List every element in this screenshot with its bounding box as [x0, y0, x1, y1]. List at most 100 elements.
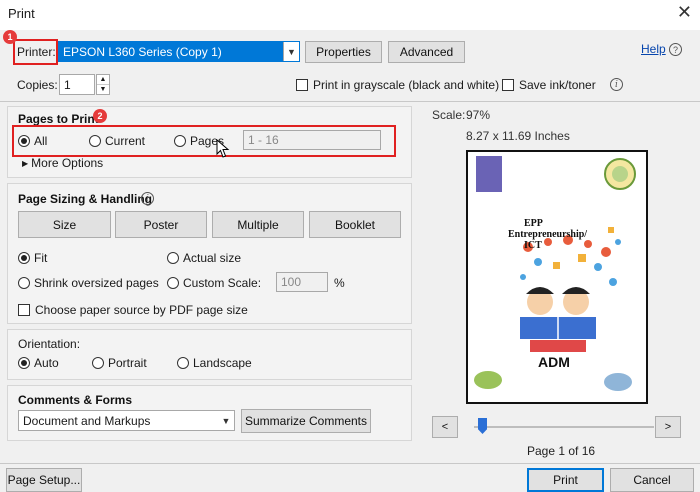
pages-range-input[interactable]: 1 - 16: [243, 130, 381, 150]
comments-forms-value: Document and Markups: [23, 413, 151, 428]
paper-source-box[interactable]: [18, 304, 30, 316]
radio-fit-dot[interactable]: [18, 252, 30, 264]
grayscale-label: Print in grayscale (black and white): [313, 78, 500, 92]
page-slider-track[interactable]: [474, 426, 654, 428]
page-dimensions: 8.27 x 11.69 Inches: [466, 129, 570, 143]
radio-all-dot[interactable]: [18, 135, 30, 147]
custom-scale-input[interactable]: 100: [276, 272, 328, 292]
radio-all[interactable]: All: [18, 134, 47, 148]
footer-left-logo: [474, 371, 502, 389]
percent-label: %: [334, 276, 345, 290]
copies-input[interactable]: 1: [59, 74, 95, 95]
printer-select-value: EPSON L360 Series (Copy 1): [63, 44, 222, 59]
radio-shrink-label: Shrink oversized pages: [34, 276, 159, 290]
scale-value: 97%: [466, 108, 491, 122]
prev-page-button[interactable]: <: [432, 416, 458, 438]
radio-landscape[interactable]: Landscape: [177, 356, 252, 370]
radio-shrink-dot[interactable]: [18, 277, 30, 289]
page-indicator: Page 1 of 16: [527, 444, 596, 458]
title-bar: [0, 0, 700, 30]
grayscale-checkbox[interactable]: Print in grayscale (black and white): [296, 78, 499, 92]
orientation-heading: Orientation:: [18, 337, 81, 351]
radio-auto-dot[interactable]: [18, 357, 30, 369]
copies-stepper[interactable]: ▲ ▼: [96, 74, 110, 95]
comments-forms-select[interactable]: Document and Markups ▼: [18, 410, 235, 431]
custom-scale-value: 100: [281, 275, 302, 289]
radio-pages-dot[interactable]: [174, 135, 186, 147]
print-button[interactable]: Print: [527, 468, 604, 492]
page-slider-thumb[interactable]: [478, 418, 487, 434]
paper-source-checkbox[interactable]: Choose paper source by PDF page size: [18, 303, 248, 317]
radio-portrait-label: Portrait: [108, 356, 147, 370]
size-button[interactable]: Size: [18, 211, 111, 238]
cover-rectangle: [476, 156, 502, 192]
radio-portrait-dot[interactable]: [92, 357, 104, 369]
expand-arrow-icon: ▶: [22, 158, 29, 168]
page-sizing-info-icon[interactable]: i: [141, 192, 154, 205]
radio-custom-scale-label: Custom Scale:: [183, 276, 262, 290]
pages-range-placeholder: 1 - 16: [248, 133, 279, 147]
stepper-up-icon[interactable]: ▲: [97, 75, 109, 85]
radio-auto-label: Auto: [34, 356, 59, 370]
more-options-toggle[interactable]: ▶ More Options: [22, 156, 103, 170]
radio-actual-size-dot[interactable]: [167, 252, 179, 264]
help-link[interactable]: Help: [641, 42, 666, 56]
radio-all-label: All: [34, 134, 48, 148]
save-ink-label: Save ink/toner: [519, 78, 596, 92]
grayscale-box[interactable]: [296, 79, 308, 91]
step-badge-1: 1: [3, 30, 17, 44]
next-page-button[interactable]: >: [655, 416, 681, 438]
mouse-cursor-icon: [216, 139, 230, 158]
printer-highlight-box: [13, 39, 58, 65]
radio-custom-scale[interactable]: Custom Scale:: [167, 276, 261, 290]
radio-actual-size-label: Actual size: [183, 251, 242, 265]
stepper-down-icon[interactable]: ▼: [97, 85, 109, 94]
boy-hair: [526, 287, 554, 294]
chevron-down-icon: ▼: [283, 42, 299, 61]
radio-current-label: Current: [105, 134, 146, 148]
girl-hair: [562, 287, 590, 294]
save-ink-checkbox[interactable]: Save ink/toner: [502, 78, 596, 92]
comments-forms-heading: Comments & Forms: [18, 393, 133, 407]
radio-auto[interactable]: Auto: [18, 356, 59, 370]
more-options-label: More Options: [31, 156, 104, 170]
radio-fit[interactable]: Fit: [18, 251, 47, 265]
chevron-down-icon: ▼: [221, 415, 231, 426]
advanced-button[interactable]: Advanced: [388, 41, 465, 63]
radio-fit-label: Fit: [34, 251, 48, 265]
cover-title: EPP Entrepreneurship/ ICT: [508, 218, 587, 251]
properties-button[interactable]: Properties: [305, 41, 382, 63]
info-icon[interactable]: i: [610, 78, 623, 91]
cover-footer-logo-text: ADM: [538, 354, 570, 370]
radio-shrink[interactable]: Shrink oversized pages: [18, 276, 159, 290]
footer-right-logo: [604, 373, 632, 391]
page-sizing-heading: Page Sizing & Handling: [18, 192, 153, 206]
copies-value: 1: [64, 77, 71, 92]
window-title: Print: [8, 6, 35, 21]
printer-select[interactable]: EPSON L360 Series (Copy 1) ▼: [58, 41, 300, 62]
radio-actual-size[interactable]: Actual size: [167, 251, 241, 265]
close-icon[interactable]: ✕: [677, 2, 692, 23]
cover-title-line3: ICT: [524, 240, 542, 251]
radio-custom-scale-dot[interactable]: [167, 277, 179, 289]
summarize-comments-button[interactable]: Summarize Comments: [241, 409, 371, 433]
radio-current[interactable]: Current: [89, 134, 145, 148]
save-ink-box[interactable]: [502, 79, 514, 91]
cancel-button[interactable]: Cancel: [610, 468, 694, 492]
bottom-divider: [0, 463, 700, 464]
help-icon[interactable]: ?: [669, 43, 682, 56]
copies-label: Copies:: [17, 78, 58, 92]
radio-portrait[interactable]: Portrait: [92, 356, 147, 370]
radio-current-dot[interactable]: [89, 135, 101, 147]
radio-landscape-dot[interactable]: [177, 357, 189, 369]
booklet-button[interactable]: Booklet: [309, 211, 401, 238]
radio-landscape-label: Landscape: [193, 356, 252, 370]
poster-button[interactable]: Poster: [115, 211, 207, 238]
page-setup-button[interactable]: Page Setup...: [6, 468, 82, 492]
school-seal-inner: [612, 166, 628, 182]
book-stand: [530, 340, 586, 352]
paper-source-label: Choose paper source by PDF page size: [35, 303, 248, 317]
cover-title-line2: Entrepreneurship/: [508, 229, 588, 240]
top-divider: [0, 101, 700, 102]
multiple-button[interactable]: Multiple: [212, 211, 304, 238]
